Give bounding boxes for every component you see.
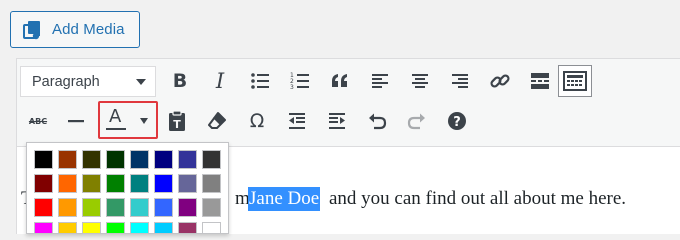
toolbar-toggle-button[interactable] [558, 65, 592, 97]
align-left-button[interactable] [365, 66, 395, 96]
svg-text:T: T [173, 118, 181, 131]
horizontal-line-button[interactable] [61, 106, 91, 136]
special-character-button[interactable]: Ω [242, 106, 272, 136]
color-swatch[interactable] [106, 198, 125, 217]
numbered-list-icon: 1 2 3 [290, 72, 309, 91]
undo-icon [369, 113, 387, 130]
align-right-button[interactable] [445, 66, 475, 96]
redo-button[interactable] [402, 106, 432, 136]
add-media-button[interactable]: Add Media [10, 11, 140, 48]
color-swatch[interactable] [130, 150, 149, 169]
color-swatch[interactable] [58, 174, 77, 193]
color-swatch[interactable] [154, 150, 173, 169]
add-media-label: Add Media [52, 21, 125, 38]
increase-indent-button[interactable] [322, 106, 352, 136]
italic-button[interactable]: I [205, 66, 235, 96]
help-icon-glyph: ? [453, 115, 461, 130]
color-swatch[interactable] [34, 198, 53, 217]
clear-formatting-icon [208, 112, 226, 129]
color-swatch[interactable] [130, 174, 149, 193]
color-swatch[interactable] [178, 198, 197, 217]
blockquote-icon [332, 74, 347, 87]
italic-icon: I [215, 69, 225, 93]
color-swatch[interactable] [202, 198, 221, 217]
bulleted-list-icon [251, 73, 269, 89]
color-swatch[interactable] [58, 198, 77, 217]
color-swatch[interactable] [34, 150, 53, 169]
paragraph-format-select[interactable]: Paragraph [20, 66, 156, 97]
chevron-down-icon [136, 79, 146, 85]
color-swatch[interactable] [106, 222, 125, 233]
color-swatch[interactable] [82, 222, 101, 233]
color-swatch[interactable] [130, 198, 149, 217]
text-color-button[interactable]: A [98, 101, 158, 139]
color-swatch[interactable] [154, 174, 173, 193]
color-swatch[interactable] [58, 222, 77, 233]
content-text-after: and you can find out all about me here. [329, 188, 627, 209]
color-swatch[interactable] [82, 174, 101, 193]
blockquote-button[interactable] [325, 66, 355, 96]
read-more-icon [531, 73, 549, 89]
selected-text[interactable]: Jane Doe [248, 187, 321, 211]
paste-as-text-icon: T [169, 110, 185, 131]
help-icon: ? [448, 112, 466, 130]
svg-text:3: 3 [290, 84, 294, 91]
media-icon [23, 20, 40, 39]
color-swatch[interactable] [58, 150, 77, 169]
strikethrough-button[interactable]: ABC [21, 106, 55, 136]
color-swatch[interactable] [34, 174, 53, 193]
redo-icon [407, 113, 425, 130]
color-swatch[interactable] [154, 222, 173, 233]
color-swatch[interactable] [106, 174, 125, 193]
color-swatch[interactable] [202, 150, 221, 169]
text-color-palette [26, 142, 229, 234]
horizontal-line-icon [68, 120, 84, 123]
align-center-button[interactable] [405, 66, 435, 96]
decrease-indent-icon [289, 113, 305, 129]
increase-indent-icon [329, 113, 345, 129]
format-select-value: Paragraph [32, 73, 100, 90]
text-color-underline [106, 128, 126, 130]
color-swatch[interactable] [154, 198, 173, 217]
text-color-icon: A [109, 106, 122, 127]
color-swatch[interactable] [178, 222, 197, 233]
strikethrough-icon: ABC [28, 116, 48, 126]
color-swatch[interactable] [202, 174, 221, 193]
align-left-icon [372, 74, 388, 88]
chevron-down-icon[interactable] [140, 118, 148, 124]
insert-link-icon [490, 74, 510, 88]
color-swatch[interactable] [34, 222, 53, 233]
special-character-icon: Ω [249, 110, 265, 132]
color-swatch[interactable] [202, 222, 221, 233]
bold-icon: B [172, 70, 188, 92]
paste-as-text-button[interactable]: T [162, 106, 192, 136]
toolbar-toggle-icon [563, 71, 587, 91]
undo-button[interactable] [362, 106, 392, 136]
clear-formatting-button[interactable] [202, 106, 232, 136]
color-swatch[interactable] [82, 150, 101, 169]
bulleted-list-button[interactable] [245, 66, 275, 96]
help-button[interactable]: ? [442, 106, 472, 136]
numbered-list-button[interactable]: 1 2 3 [285, 66, 315, 96]
color-swatch[interactable] [178, 150, 197, 169]
insert-link-button[interactable] [485, 66, 515, 96]
align-right-icon [452, 74, 468, 88]
decrease-indent-button[interactable] [282, 106, 312, 136]
align-center-icon [412, 74, 428, 88]
color-swatch[interactable] [178, 174, 197, 193]
color-swatch[interactable] [130, 222, 149, 233]
bold-button[interactable]: B [165, 66, 195, 96]
color-swatch[interactable] [82, 198, 101, 217]
color-swatch[interactable] [106, 150, 125, 169]
read-more-button[interactable] [525, 66, 555, 96]
